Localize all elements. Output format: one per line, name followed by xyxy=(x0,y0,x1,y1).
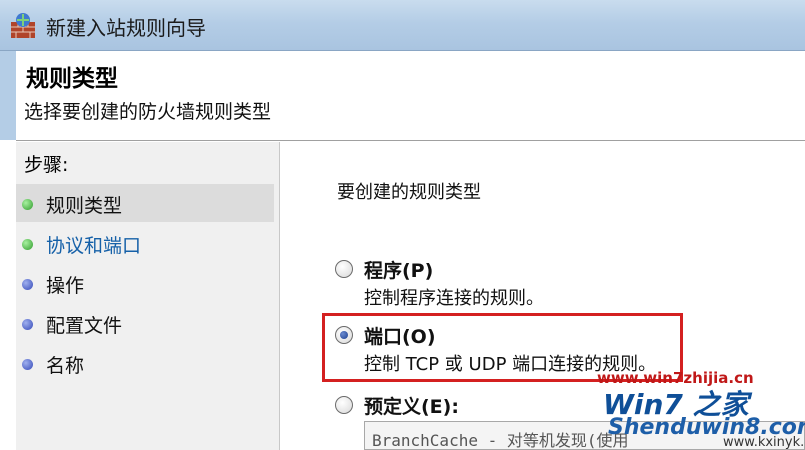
sidebar-item-label: 操作 xyxy=(46,275,85,297)
watermark-logo: Win7 之家 Shenduwin8.com www.kxinyk.com xyxy=(603,383,805,450)
wizard-header: 规则类型 选择要创建的防火墙规则类型 xyxy=(0,51,805,140)
sidebar-item-name: 名称 xyxy=(16,344,274,382)
sidebar-item-label: 规则类型 xyxy=(46,195,123,217)
title-bar[interactable]: 新建入站规则向导 xyxy=(0,0,805,51)
rule-type-prompt: 要创建的规则类型 xyxy=(337,182,481,203)
step-complete-icon xyxy=(22,239,33,250)
sidebar-item-label: 配置文件 xyxy=(46,315,123,337)
step-pending-icon xyxy=(22,359,33,370)
page-subtitle: 选择要创建的防火墙规则类型 xyxy=(24,101,272,123)
predefined-radio[interactable] xyxy=(335,396,353,414)
steps-sidebar: 步骤: 规则类型 协议和端口 操作 配置文件 名称 xyxy=(16,142,280,450)
step-current-icon xyxy=(22,199,33,210)
page-title: 规则类型 xyxy=(26,66,118,92)
sidebar-item-profile: 配置文件 xyxy=(16,304,274,342)
firewall-icon xyxy=(11,13,35,38)
window-title: 新建入站规则向导 xyxy=(46,16,206,40)
step-pending-icon xyxy=(22,279,33,290)
sidebar-item-protocol-ports[interactable]: 协议和端口 xyxy=(16,224,274,262)
steps-heading: 步骤: xyxy=(24,154,69,176)
sidebar-item-label: 名称 xyxy=(46,355,85,377)
sidebar-item-label: 协议和端口 xyxy=(46,235,142,257)
sidebar-item-action: 操作 xyxy=(16,264,274,302)
header-divider xyxy=(16,140,805,141)
option-label: 程序(P) xyxy=(364,260,434,282)
option-description: 控制程序连接的规则。 xyxy=(364,288,544,309)
sidebar-item-rule-type[interactable]: 规则类型 xyxy=(16,184,274,222)
watermark-small-url: www.kxinyk.com xyxy=(723,435,805,450)
option-label: 预定义(E): xyxy=(364,396,459,418)
step-pending-icon xyxy=(22,319,33,330)
program-radio[interactable] xyxy=(335,260,353,278)
